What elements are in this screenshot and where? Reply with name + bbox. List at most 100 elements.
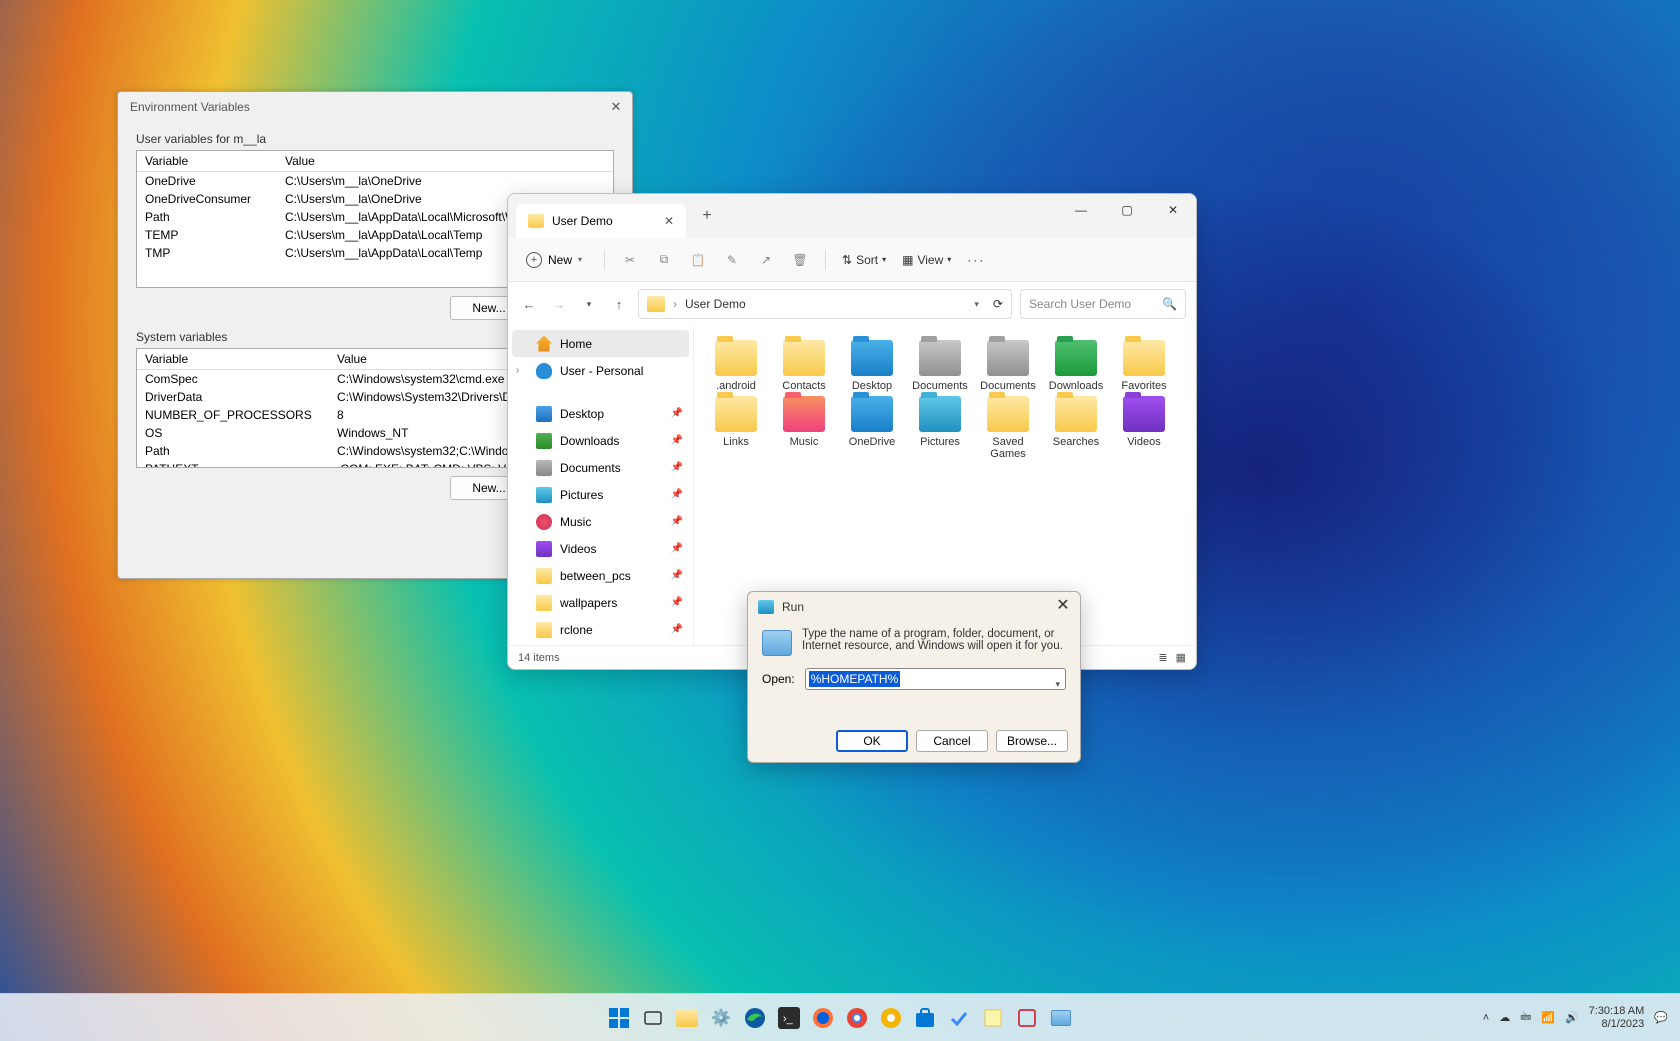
paste-icon[interactable]: 📋 [689, 251, 707, 269]
file-item[interactable]: Desktop [838, 340, 906, 392]
taskbar-app-firefox[interactable] [809, 1004, 837, 1032]
pin-icon[interactable]: 📌 [671, 543, 683, 554]
pin-icon[interactable]: 📌 [671, 624, 683, 635]
chevron-down-icon[interactable]: ▾ [1055, 679, 1060, 690]
taskbar-app-edge[interactable] [741, 1004, 769, 1032]
tray-notifications-icon[interactable]: 💬 [1654, 1011, 1668, 1024]
user-vars-label: User variables for m__la [136, 132, 614, 146]
taskbar-app-explorer[interactable] [673, 1004, 701, 1032]
pin-icon[interactable]: 📌 [671, 516, 683, 527]
sidebar-item-music[interactable]: Music📌 [508, 508, 693, 535]
sidebar-item-desktop[interactable]: Desktop📌 [508, 400, 693, 427]
large-icons-view-icon[interactable]: ▦ [1176, 651, 1186, 664]
taskbar-app-terminal[interactable]: ›_ [775, 1004, 803, 1032]
taskbar-app-notes[interactable] [979, 1004, 1007, 1032]
folder-icon [919, 340, 961, 376]
file-item[interactable]: Documents [906, 340, 974, 392]
sidebar-item-downloads[interactable]: Downloads📌 [508, 427, 693, 454]
breadcrumb[interactable]: User Demo [685, 297, 746, 311]
close-button[interactable]: ✕ [1150, 194, 1196, 226]
address-bar[interactable]: › User Demo ▾ ⟳ [638, 289, 1012, 319]
chevron-right-icon[interactable]: › [516, 365, 519, 376]
cut-icon[interactable]: ✂ [621, 251, 639, 269]
run-titlebar[interactable]: Run [748, 592, 1080, 622]
col-variable[interactable]: Variable [137, 151, 277, 172]
start-button[interactable] [605, 1004, 633, 1032]
open-value: %HOMEPATH% [809, 671, 901, 687]
copy-icon[interactable]: ⧉ [655, 251, 673, 269]
recent-dropdown[interactable]: ▾ [578, 293, 600, 315]
browse-button[interactable]: Browse... [996, 730, 1068, 752]
col-value[interactable]: Value [277, 151, 613, 172]
chevron-down-icon[interactable]: ▾ [974, 299, 979, 310]
file-item[interactable]: Downloads [1042, 340, 1110, 392]
task-view-button[interactable] [639, 1004, 667, 1032]
taskbar-app-chrome-canary[interactable] [877, 1004, 905, 1032]
taskbar-app-run[interactable] [1047, 1004, 1075, 1032]
new-button[interactable]: +New▾ [520, 251, 588, 269]
tray-volume-icon[interactable]: 🔊 [1565, 1011, 1579, 1024]
folder-icon [987, 340, 1029, 376]
file-item[interactable]: Videos [1110, 396, 1178, 460]
sidebar-item-rclone[interactable]: rclone📌 [508, 616, 693, 643]
taskbar-app-settings[interactable]: ⚙️ [707, 1004, 735, 1032]
titlebar[interactable]: User Demo ✕ + — ▢ ✕ [508, 194, 1196, 238]
pin-icon[interactable]: 📌 [671, 597, 683, 608]
sidebar-item-videos[interactable]: Videos📌 [508, 535, 693, 562]
delete-icon[interactable]: 🗑 [791, 251, 809, 269]
table-row[interactable]: OneDriveC:\Users\m__la\OneDrive [137, 172, 613, 191]
taskbar-clock[interactable]: 7:30:18 AM 8/1/2023 [1589, 1005, 1645, 1030]
pin-icon[interactable]: 📌 [671, 408, 683, 419]
sidebar-item-wallpapers[interactable]: wallpapers📌 [508, 589, 693, 616]
file-item[interactable]: Links [702, 396, 770, 460]
taskbar-app-store[interactable] [911, 1004, 939, 1032]
file-item[interactable]: OneDrive [838, 396, 906, 460]
more-button[interactable]: ··· [967, 253, 985, 267]
search-input[interactable]: Search User Demo 🔍 [1020, 289, 1186, 319]
pin-icon[interactable]: 📌 [671, 570, 683, 581]
open-combobox[interactable]: %HOMEPATH% [805, 668, 1066, 690]
close-button[interactable]: ✕ [1054, 598, 1072, 616]
forward-button[interactable]: → [548, 293, 570, 315]
tray-language-icon[interactable]: 🖮 [1520, 1008, 1531, 1027]
refresh-icon[interactable]: ⟳ [993, 297, 1003, 311]
sidebar-item-home[interactable]: Home [512, 330, 689, 357]
tray-onedrive-icon[interactable]: ☁ [1499, 1011, 1510, 1024]
details-view-icon[interactable]: ≣ [1158, 651, 1167, 664]
ok-button[interactable]: OK [836, 730, 908, 752]
back-button[interactable]: ← [518, 293, 540, 315]
sort-button[interactable]: ⇅ Sort ▾ [842, 253, 886, 267]
up-button[interactable]: ↑ [608, 293, 630, 315]
file-item[interactable]: Searches [1042, 396, 1110, 460]
pin-icon[interactable]: 📌 [671, 435, 683, 446]
sidebar-item-documents[interactable]: Documents📌 [508, 454, 693, 481]
sidebar-item-between_pcs[interactable]: between_pcs📌 [508, 562, 693, 589]
maximize-button[interactable]: ▢ [1104, 194, 1150, 226]
tray-chevron-icon[interactable]: ˄ [1483, 1012, 1489, 1024]
taskbar-app-chrome[interactable] [843, 1004, 871, 1032]
explorer-tab[interactable]: User Demo ✕ [516, 204, 686, 238]
sidebar-item-pictures[interactable]: Pictures📌 [508, 481, 693, 508]
file-item[interactable]: Favorites [1110, 340, 1178, 392]
tray-wifi-icon[interactable]: 📶 [1541, 1011, 1555, 1024]
minimize-button[interactable]: — [1058, 194, 1104, 226]
rename-icon[interactable]: ✎ [723, 251, 741, 269]
taskbar-app-snip[interactable] [1013, 1004, 1041, 1032]
pin-icon[interactable]: 📌 [671, 489, 683, 500]
pin-icon[interactable]: 📌 [671, 462, 683, 473]
cancel-button[interactable]: Cancel [916, 730, 988, 752]
file-item[interactable]: Documents [974, 340, 1042, 392]
col-variable[interactable]: Variable [137, 349, 329, 370]
close-button[interactable]: ✕ [606, 98, 626, 118]
file-item[interactable]: .android [702, 340, 770, 392]
file-item[interactable]: Contacts [770, 340, 838, 392]
file-item[interactable]: Pictures [906, 396, 974, 460]
file-item[interactable]: Music [770, 396, 838, 460]
add-tab-button[interactable]: + [692, 207, 722, 225]
tab-close-icon[interactable]: ✕ [664, 214, 674, 228]
sidebar-item-personal[interactable]: ›User - Personal [508, 357, 693, 384]
share-icon[interactable]: ↗ [757, 251, 775, 269]
taskbar-app-todo[interactable] [945, 1004, 973, 1032]
view-button[interactable]: ▦ View ▾ [902, 253, 951, 267]
file-item[interactable]: Saved Games [974, 396, 1042, 460]
